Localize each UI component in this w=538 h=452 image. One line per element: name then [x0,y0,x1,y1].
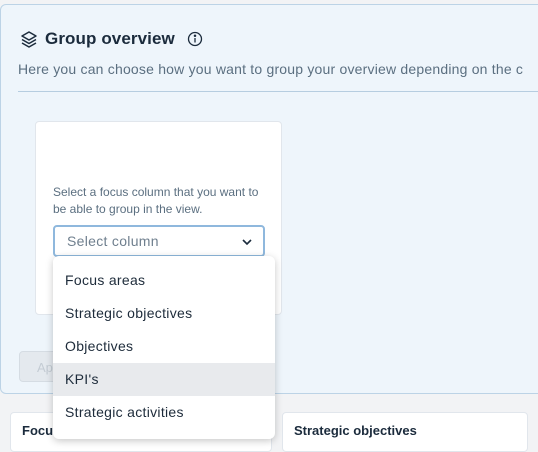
option-focus-areas[interactable]: Focus areas [53,264,275,297]
option-strategic-objectives[interactable]: Strategic objectives [53,297,275,330]
apply-button-label: Ap [37,360,53,375]
select-column-dropdown[interactable]: Select column [53,225,265,257]
page-title: Group overview [45,29,175,48]
focus-areas-column-title: Focu [22,423,54,438]
divider [18,91,538,92]
focus-column-instruction: Select a focus column that you want to b… [53,185,259,216]
option-strategic-activities[interactable]: Strategic activities [53,396,275,429]
select-placeholder: Select column [67,233,159,249]
info-icon[interactable] [187,31,203,47]
select-column-menu: Focus areas Strategic objectives Objecti… [53,256,275,439]
strategic-objectives-column-title: Strategic objectives [294,423,417,438]
panel-subtitle: Here you can choose how you want to grou… [18,61,524,77]
option-kpis[interactable]: KPI's [53,363,275,396]
panel-header: Group overview [19,27,203,51]
strategic-objectives-column-card: Strategic objectives [282,412,528,452]
layers-icon [21,31,37,48]
chevron-down-icon [242,239,252,246]
option-objectives[interactable]: Objectives [53,330,275,363]
